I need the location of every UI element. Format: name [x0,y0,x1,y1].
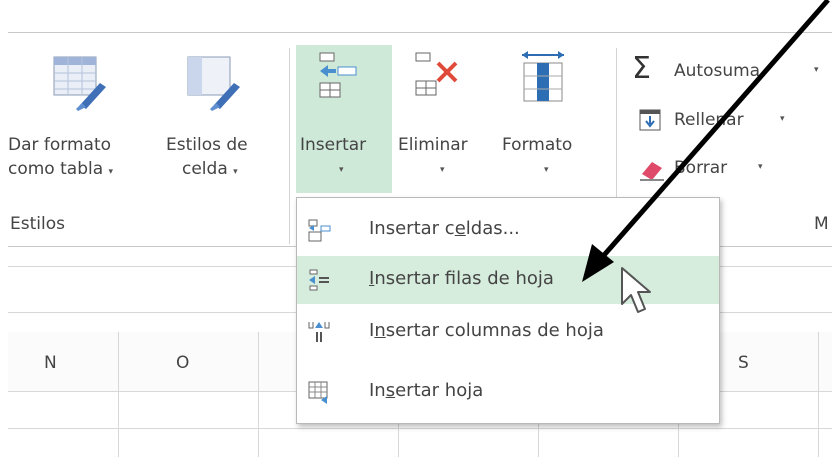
insert-cells-icon [308,219,331,242]
row-border [8,428,832,429]
access-key: s [385,380,396,401]
cell-styles-label-2: celda [182,159,228,179]
delete-button[interactable]: Eliminar ▾ [394,45,494,195]
label-part: ertar hoja [395,380,484,401]
delete-label: Eliminar [398,135,468,155]
column-header-n[interactable]: N [44,353,57,373]
column-header-o[interactable]: O [176,353,189,373]
chevron-down-icon: ▾ [440,165,445,175]
format-as-table-label-2: como tabla [8,159,104,179]
format-as-table-label-1: Dar formato [8,135,112,155]
menu-item-insert-columns-label: Insertar columnas de hoja [369,320,604,341]
access-key: e [454,218,466,239]
chevron-down-icon: ▾ [233,167,238,177]
chevron-down-icon: ▾ [108,167,114,177]
group-separator [289,48,290,244]
format-as-table-label-2-wrap: como tabla ▾ [8,159,113,182]
cell-styles-label-1: Estilos de [166,135,248,155]
annotation-arrow-icon [582,0,830,282]
format-as-table-icon [53,56,106,111]
label-part: Insertar c [369,218,455,239]
menu-item-insert-rows-label: Insertar filas de hoja [369,268,554,289]
insert-label: Insertar [300,135,367,155]
access-key: n [374,320,386,341]
menu-item-insert-sheet-label: Insertar hoja [369,380,483,401]
label-part: sertar columnas de hoja [385,320,604,341]
chevron-down-icon: ▾ [339,165,344,175]
insert-cells-icon [319,52,357,98]
format-label: Formato [502,135,573,155]
cell-styles-label-2-wrap: celda ▾ [182,159,238,182]
insert-columns-icon [308,322,330,342]
insert-button[interactable]: Insertar ▾ [296,45,392,193]
cell-styles-button[interactable]: Estilos de celda ▾ [160,45,280,195]
format-as-table-button[interactable]: Dar formato como tabla ▾ [8,45,158,195]
label-part: ldas... [465,218,520,239]
cell-styles-icon [187,56,240,111]
menu-item-insert-cells-label: Insertar celdas... [369,218,520,239]
column-divider [118,332,119,457]
label-part: In [369,380,386,401]
delete-cells-icon [415,52,458,96]
insert-sheet-icon [308,381,328,404]
column-header-s[interactable]: S [738,353,749,373]
chevron-down-icon: ▾ [544,165,549,175]
column-divider [818,332,819,457]
insert-rows-icon [309,269,329,291]
menu-item-insert-sheet[interactable]: Insertar hoja [297,368,719,416]
group-label-estilos: Estilos [10,214,65,234]
label-part: nsertar filas de hoja [374,268,554,289]
column-divider [258,332,259,457]
format-cells-icon [522,51,564,102]
